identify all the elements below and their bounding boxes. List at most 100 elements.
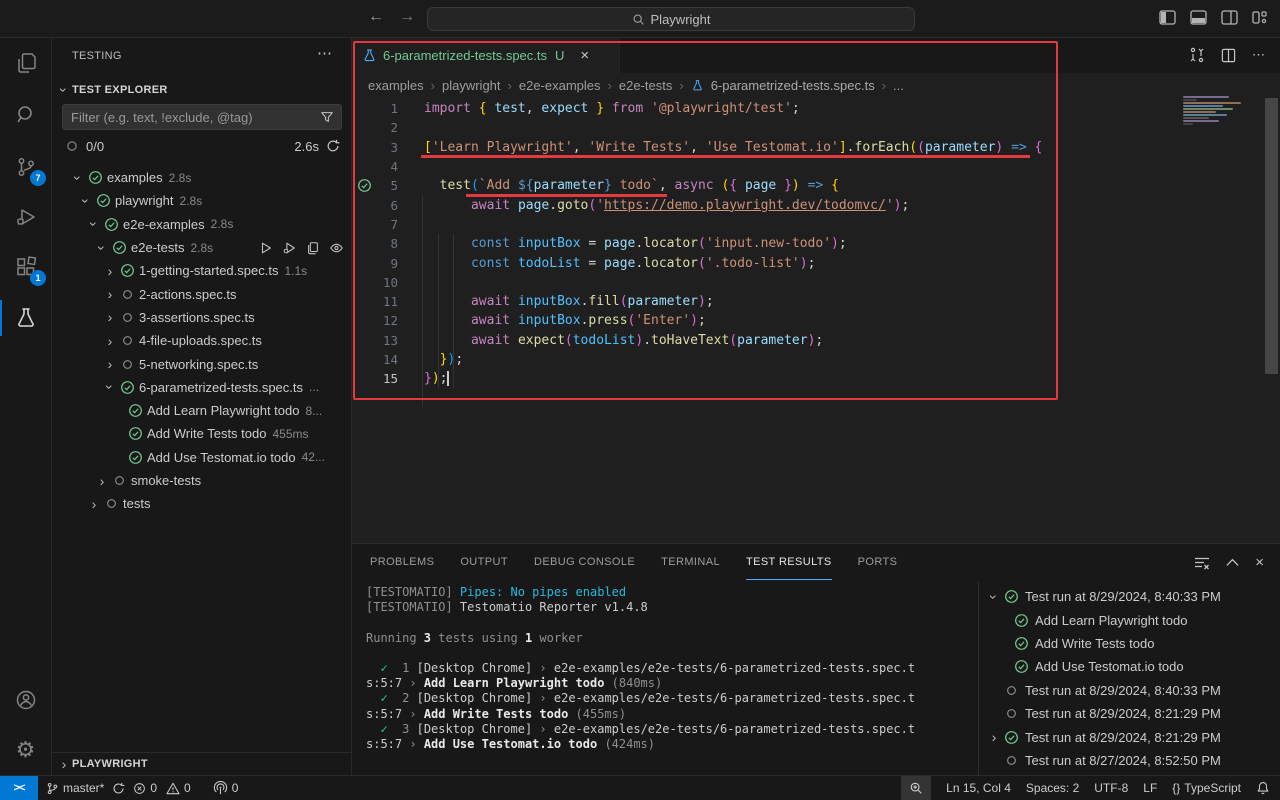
filter-funnel-icon[interactable]: [320, 110, 334, 124]
code-line[interactable]: 10: [352, 273, 1280, 292]
panel-tab-output[interactable]: OUTPUT: [460, 544, 508, 580]
test-result-item[interactable]: ›Test run at 8/29/2024, 8:21:29 PM: [982, 702, 1280, 725]
test-tree-item[interactable]: ›4-file-uploads.spec.ts: [52, 329, 352, 352]
code-line[interactable]: 14 });: [352, 350, 1280, 369]
playwright-section-header[interactable]: › PLAYWRIGHT: [52, 752, 352, 775]
test-tree-item[interactable]: ›Add Learn Playwright todo8...: [52, 399, 352, 422]
panel-tab-debug-console[interactable]: DEBUG CONSOLE: [534, 544, 635, 580]
code-line[interactable]: 9 const todoList = page.locator('.todo-l…: [352, 253, 1280, 272]
breadcrumb-file[interactable]: 6-parametrized-tests.spec.ts: [711, 78, 875, 93]
encoding-status[interactable]: UTF-8: [1094, 781, 1128, 795]
code-line[interactable]: 5 test(`Add ${parameter} todo`, async ({…: [352, 176, 1280, 195]
run-debug-icon[interactable]: [0, 193, 51, 241]
debug-test-icon[interactable]: [282, 241, 297, 255]
back-arrow-icon[interactable]: ←: [365, 8, 387, 26]
command-center-search[interactable]: Playwright: [427, 7, 915, 31]
test-tree-item[interactable]: ›e2e-examples2.8s: [52, 213, 352, 236]
code-line[interactable]: 6 await page.goto('https://demo.playwrig…: [352, 195, 1280, 214]
problems-status[interactable]: 0 0: [133, 781, 190, 795]
close-tab-icon[interactable]: ×: [580, 47, 589, 64]
language-status[interactable]: {}TypeScript: [1172, 781, 1241, 795]
editor-scrollbar[interactable]: [1265, 98, 1278, 374]
breadcrumb-item[interactable]: playwright: [442, 78, 501, 93]
breadcrumb-item[interactable]: e2e-examples: [519, 78, 601, 93]
test-tree-item[interactable]: ›1-getting-started.spec.ts1.1s: [52, 259, 352, 282]
accounts-icon[interactable]: [0, 676, 51, 724]
more-actions-icon[interactable]: ⋯: [317, 44, 333, 62]
code-line[interactable]: 11 await inputBox.fill(parameter);: [352, 292, 1280, 311]
cursor-position[interactable]: Ln 15, Col 4: [946, 781, 1011, 795]
run-test-icon[interactable]: [259, 241, 273, 255]
minimap[interactable]: [1183, 96, 1247, 130]
test-tree-item[interactable]: ›e2e-tests2.8s: [52, 236, 352, 259]
code-line[interactable]: 12 await inputBox.press('Enter');: [352, 311, 1280, 330]
maximize-panel-icon[interactable]: [1226, 558, 1239, 567]
panel-tab-test-results[interactable]: TEST RESULTS: [746, 544, 832, 580]
test-result-item[interactable]: ›Add Use Testomat.io todo: [982, 655, 1280, 678]
breadcrumb-item[interactable]: e2e-tests: [619, 78, 672, 93]
toggle-secondary-sidebar-icon[interactable]: [1221, 10, 1238, 25]
testing-view-icon[interactable]: [0, 294, 51, 342]
test-result-item[interactable]: ›Test run at 8/29/2024, 8:40:33 PM: [982, 679, 1280, 702]
editor-more-actions-icon[interactable]: ⋯: [1252, 47, 1266, 63]
test-tree-item[interactable]: ›2-actions.spec.ts: [52, 282, 352, 305]
tab-6-parametrized-tests[interactable]: 6-parametrized-tests.spec.ts U ×: [352, 38, 620, 73]
ports-status[interactable]: 0: [213, 781, 239, 795]
split-editor-icon[interactable]: [1221, 48, 1236, 63]
remote-indicator[interactable]: ><: [0, 776, 38, 800]
notifications-bell-icon[interactable]: [1256, 781, 1270, 795]
test-tree-item[interactable]: ›5-networking.spec.ts: [52, 352, 352, 375]
extensions-icon[interactable]: 1: [0, 243, 51, 291]
test-tree-item[interactable]: ›Add Write Tests todo455ms: [52, 422, 352, 445]
panel-tab-terminal[interactable]: TERMINAL: [661, 544, 720, 580]
breadcrumb-more[interactable]: ...: [893, 78, 904, 93]
search-view-icon[interactable]: [0, 91, 51, 139]
close-panel-icon[interactable]: ×: [1255, 554, 1264, 571]
reveal-output-icon[interactable]: [329, 241, 344, 255]
test-result-item[interactable]: ›Test run at 8/29/2024, 8:40:33 PM: [982, 585, 1280, 608]
test-explorer-header[interactable]: › TEST EXPLORER: [56, 80, 168, 100]
code-line[interactable]: 8 const inputBox = page.locator('input.n…: [352, 234, 1280, 253]
zoom-indicator[interactable]: [901, 776, 931, 800]
test-tree-item[interactable]: ›Add Use Testomat.io todo42...: [52, 446, 352, 469]
test-tree-item[interactable]: ›3-assertions.spec.ts: [52, 306, 352, 329]
source-control-icon[interactable]: 7: [0, 143, 51, 191]
code-line[interactable]: 4: [352, 157, 1280, 176]
test-filter-input[interactable]: [63, 110, 320, 125]
forward-arrow-icon[interactable]: →: [396, 8, 418, 26]
indentation-status[interactable]: Spaces: 2: [1026, 781, 1079, 795]
code-line[interactable]: 15});: [352, 369, 1280, 388]
gutter-test-passed-icon[interactable]: [352, 178, 376, 193]
test-tree-item[interactable]: ›tests: [52, 492, 352, 515]
test-result-item[interactable]: ›Test run at 8/29/2024, 8:21:29 PM: [982, 725, 1280, 748]
panel-tab-ports[interactable]: PORTS: [858, 544, 898, 580]
go-to-test-icon[interactable]: [306, 241, 320, 255]
open-changes-icon[interactable]: [1189, 47, 1205, 63]
test-tree-item[interactable]: ›playwright2.8s: [52, 189, 352, 212]
code-line[interactable]: 13 await expect(todoList).toHaveText(par…: [352, 331, 1280, 350]
terminal-output[interactable]: [TESTOMATIO] Pipes: No pipes enabled[TES…: [366, 585, 966, 752]
refresh-tests-icon[interactable]: [326, 139, 340, 153]
test-result-item[interactable]: ›Test run at 8/27/2024, 8:52:50 PM: [982, 749, 1280, 772]
toggle-panel-icon[interactable]: [1190, 10, 1207, 25]
settings-gear-icon[interactable]: ⚙: [0, 726, 51, 774]
test-tree-item[interactable]: ›6-parametrized-tests.spec.ts...: [52, 376, 352, 399]
code-line[interactable]: 3['Learn Playwright', 'Write Tests', 'Us…: [352, 138, 1280, 157]
test-tree-item[interactable]: ›smoke-tests: [52, 469, 352, 492]
code-line[interactable]: 2: [352, 118, 1280, 137]
breadcrumb[interactable]: examples› playwright› e2e-examples› e2e-…: [352, 73, 1280, 97]
explorer-icon[interactable]: [0, 39, 51, 87]
panel-divider[interactable]: [978, 582, 979, 775]
code-line[interactable]: 7: [352, 215, 1280, 234]
test-result-item[interactable]: ›Add Learn Playwright todo: [982, 608, 1280, 631]
test-tree-item[interactable]: ›examples2.8s: [52, 166, 352, 189]
eol-status[interactable]: LF: [1143, 781, 1157, 795]
breadcrumb-item[interactable]: examples: [368, 78, 424, 93]
customize-layout-icon[interactable]: [1252, 10, 1268, 25]
code-editor[interactable]: 1import { test, expect } from '@playwrig…: [352, 99, 1280, 388]
panel-tab-problems[interactable]: PROBLEMS: [370, 544, 434, 580]
toggle-sidebar-icon[interactable]: [1159, 10, 1176, 25]
git-branch-status[interactable]: master*: [46, 781, 125, 795]
code-line[interactable]: 1import { test, expect } from '@playwrig…: [352, 99, 1280, 118]
test-result-item[interactable]: ›Add Write Tests todo: [982, 632, 1280, 655]
